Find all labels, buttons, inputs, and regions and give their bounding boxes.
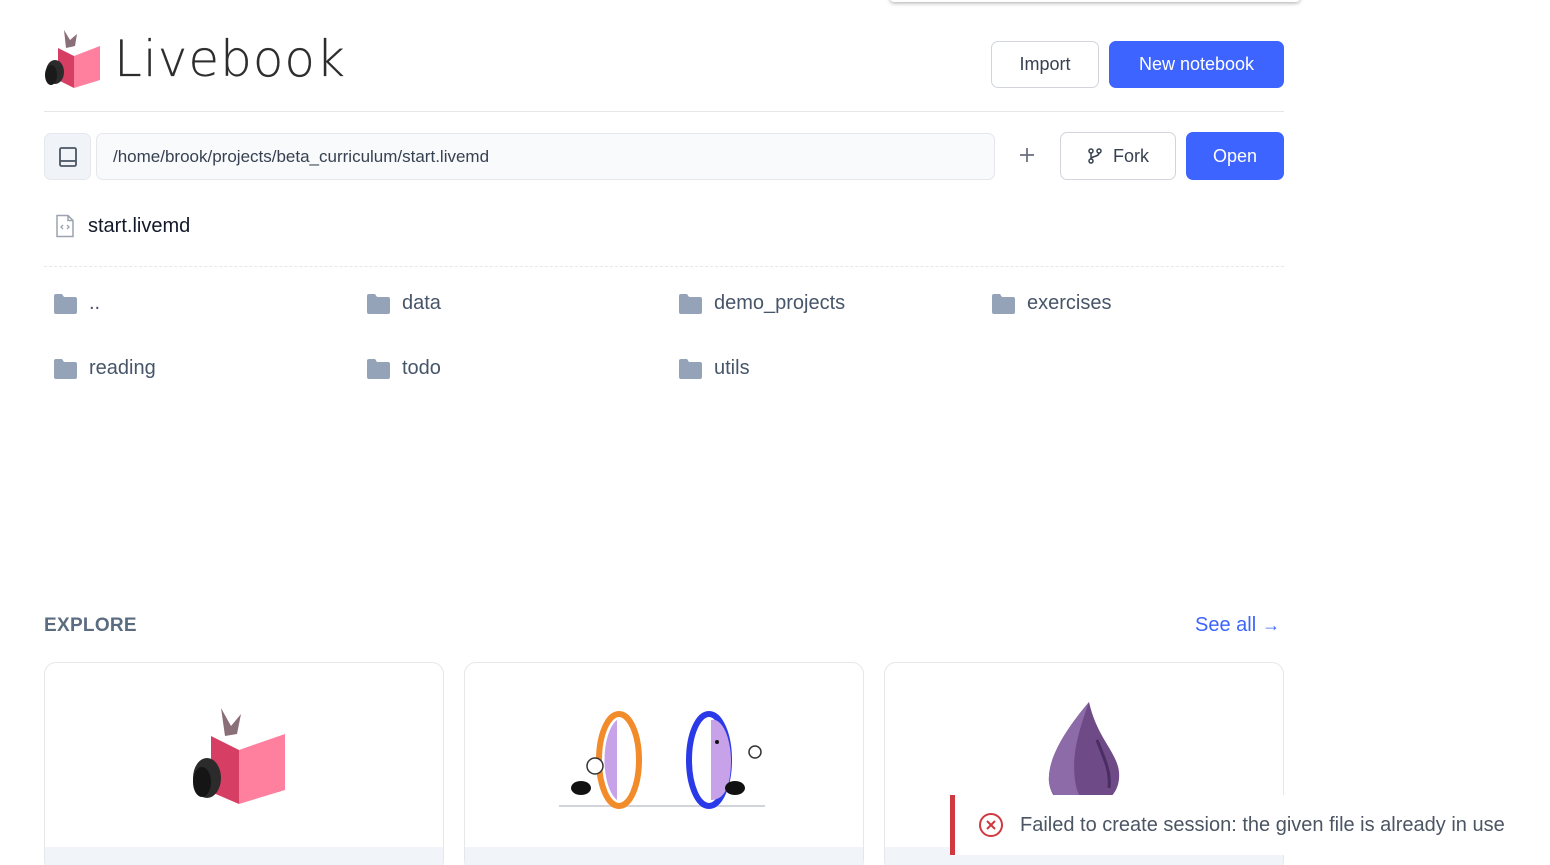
folder-entry-exercises[interactable]: exercises [992, 292, 1111, 315]
livebook-logo[interactable]: Livebook [44, 26, 346, 92]
card-footer [45, 847, 443, 865]
folder-icon [367, 358, 390, 379]
explore-card[interactable] [464, 662, 864, 865]
error-circle-icon [979, 813, 1003, 837]
folder-entry-todo[interactable]: todo [367, 357, 441, 380]
folder-entry-utils[interactable]: utils [679, 357, 750, 380]
folder-entry-data[interactable]: data [367, 292, 441, 315]
explore-heading: EXPLORE [44, 615, 137, 636]
arrow-right-icon: → [1262, 615, 1281, 635]
new-notebook-button[interactable]: New notebook [1109, 41, 1284, 88]
toast-message: Failed to create session: the given file… [1020, 813, 1505, 836]
code-file-icon [56, 214, 74, 238]
folder-icon [679, 358, 702, 379]
brand-name: Livebook [114, 30, 346, 88]
folder-icon [992, 293, 1015, 314]
folder-icon [367, 293, 390, 314]
see-all-link[interactable]: See all → [1195, 614, 1280, 637]
see-all-label: See all [1195, 614, 1257, 636]
file-system-button[interactable] [44, 133, 91, 180]
error-toast[interactable]: Failed to create session: the given file… [950, 795, 1550, 855]
file-name: start.livemd [88, 214, 191, 237]
livebook-logo-icon [45, 30, 100, 88]
explore-card[interactable] [44, 662, 444, 865]
elixir-drop-illustration-icon [1048, 702, 1120, 809]
dropdown-edge [890, 0, 1300, 2]
fork-button[interactable]: Fork [1060, 132, 1176, 180]
folder-name: data [402, 292, 441, 314]
folder-entry-reading[interactable]: reading [54, 357, 156, 380]
portals-illustration-icon [559, 711, 765, 809]
folder-icon [54, 293, 77, 314]
livebook-logo-illustration-icon [193, 708, 285, 804]
folder-name: todo [402, 357, 441, 379]
card-image [45, 663, 443, 847]
new-file-button[interactable] [1012, 140, 1042, 170]
folder-entry-demo-projects[interactable]: demo_projects [679, 292, 845, 315]
folder-name: exercises [1027, 292, 1112, 314]
app-header: Livebook Import New notebook [44, 26, 1284, 112]
folder-icon [54, 358, 77, 379]
path-bar: Fork Open [44, 132, 1284, 180]
folder-icon [679, 293, 702, 314]
hard-drive-icon [58, 146, 77, 167]
divider [44, 266, 1284, 267]
file-entry-selected[interactable]: start.livemd [54, 214, 190, 238]
card-image [465, 663, 863, 847]
folder-name: reading [89, 357, 156, 379]
folder-name: utils [714, 357, 750, 379]
import-button[interactable]: Import [991, 41, 1099, 88]
folder-entry-parent[interactable]: .. [54, 292, 100, 315]
card-footer [465, 847, 863, 865]
path-input[interactable] [96, 133, 995, 180]
fork-label: Fork [1113, 145, 1149, 166]
folder-name: demo_projects [714, 292, 846, 314]
open-button[interactable]: Open [1186, 132, 1284, 180]
folder-name: .. [89, 292, 101, 314]
plus-icon [1020, 148, 1034, 162]
git-fork-icon [1088, 148, 1102, 164]
